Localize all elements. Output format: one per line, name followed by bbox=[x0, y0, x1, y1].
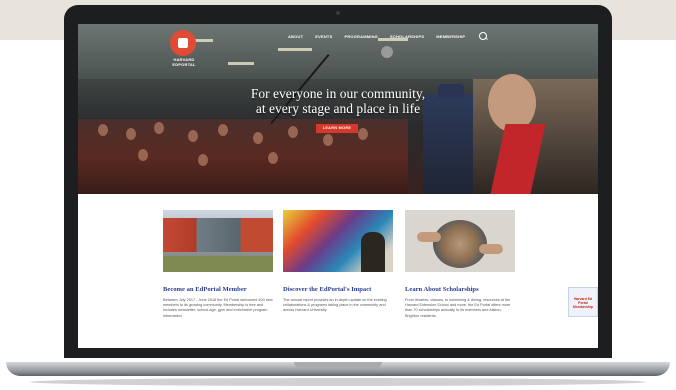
card-title[interactable]: Become an EdPortal Member bbox=[163, 286, 273, 294]
pottery-wheel-photo bbox=[433, 220, 487, 268]
building-photo bbox=[163, 218, 273, 252]
laptop-shadow bbox=[30, 378, 646, 386]
hand bbox=[479, 244, 503, 254]
laptop-base bbox=[0, 354, 676, 390]
card-membership[interactable]: Become an EdPortal Member Between July 2… bbox=[163, 210, 273, 319]
crowd-member bbox=[198, 154, 208, 166]
hero-headline-line2: at every stage and place in life bbox=[255, 101, 421, 116]
learn-more-button[interactable]: LEARN MORE bbox=[316, 124, 358, 133]
card-image[interactable] bbox=[283, 210, 393, 272]
crowd-member bbox=[323, 134, 333, 146]
card-title[interactable]: Discover the EdPortal's Impact bbox=[283, 286, 393, 294]
crowd-member bbox=[218, 124, 228, 136]
microphone-icon bbox=[381, 46, 393, 58]
badge-label: Harvard Ed Portal Membership bbox=[573, 297, 593, 309]
nav-item-about[interactable]: ABOUT bbox=[288, 34, 303, 39]
card-title[interactable]: Learn About Scholarships bbox=[405, 286, 515, 294]
main-nav: ABOUT EVENTS PROGRAMMING SCHOLARSHIPS ME… bbox=[288, 32, 488, 40]
crowd-member bbox=[288, 126, 298, 138]
search-icon[interactable] bbox=[479, 32, 488, 40]
ceiling-light bbox=[228, 62, 254, 65]
laptop-notch bbox=[294, 362, 382, 368]
content-section: Become an EdPortal Member Between July 2… bbox=[78, 194, 598, 348]
hero-section: HARVARD EDPORTAL ABOUT EVENTS PROGRAMMIN… bbox=[78, 24, 598, 194]
membership-badge[interactable]: Harvard Ed Portal Membership bbox=[568, 287, 598, 317]
nav-item-programming[interactable]: PROGRAMMING bbox=[344, 34, 378, 39]
hero-headline: For everyone in our community, at every … bbox=[208, 86, 468, 116]
card-body: From libraries, classes, to swimming & d… bbox=[405, 298, 511, 318]
crowd-member bbox=[268, 152, 278, 164]
card-image[interactable] bbox=[163, 210, 273, 272]
card-image[interactable] bbox=[405, 210, 515, 272]
lawn bbox=[163, 256, 273, 272]
logo-text: HARVARD EDPORTAL bbox=[172, 57, 196, 67]
crowd-member bbox=[358, 128, 368, 140]
camera-icon bbox=[336, 11, 340, 15]
logo-mark-icon bbox=[170, 30, 196, 56]
site-logo[interactable]: HARVARD EDPORTAL bbox=[165, 30, 203, 74]
crowd-member bbox=[154, 122, 164, 134]
card-scholarships[interactable]: Learn About Scholarships From libraries,… bbox=[405, 210, 515, 319]
nav-item-membership[interactable]: MEMBERSHIP bbox=[436, 34, 465, 39]
artist-figure bbox=[361, 232, 385, 272]
crowd-member bbox=[126, 128, 136, 140]
crowd-member bbox=[188, 130, 198, 142]
crowd-member bbox=[138, 149, 148, 161]
crowd-member bbox=[98, 124, 108, 136]
ceiling-light bbox=[278, 48, 312, 51]
crowd-member bbox=[253, 132, 263, 144]
nav-item-events[interactable]: EVENTS bbox=[315, 34, 332, 39]
card-body: Between July 2017 - June 2018 the Ed Por… bbox=[163, 298, 273, 318]
hero-headline-line1: For everyone in our community, bbox=[250, 86, 426, 101]
laptop-screen: HARVARD EDPORTAL ABOUT EVENTS PROGRAMMIN… bbox=[78, 24, 598, 348]
nav-item-scholarships[interactable]: SCHOLARSHIPS bbox=[390, 34, 424, 39]
card-body: The annual report provides an in-depth u… bbox=[283, 298, 387, 313]
card-impact[interactable]: Discover the EdPortal's Impact The annua… bbox=[283, 210, 393, 314]
hand bbox=[417, 232, 441, 242]
